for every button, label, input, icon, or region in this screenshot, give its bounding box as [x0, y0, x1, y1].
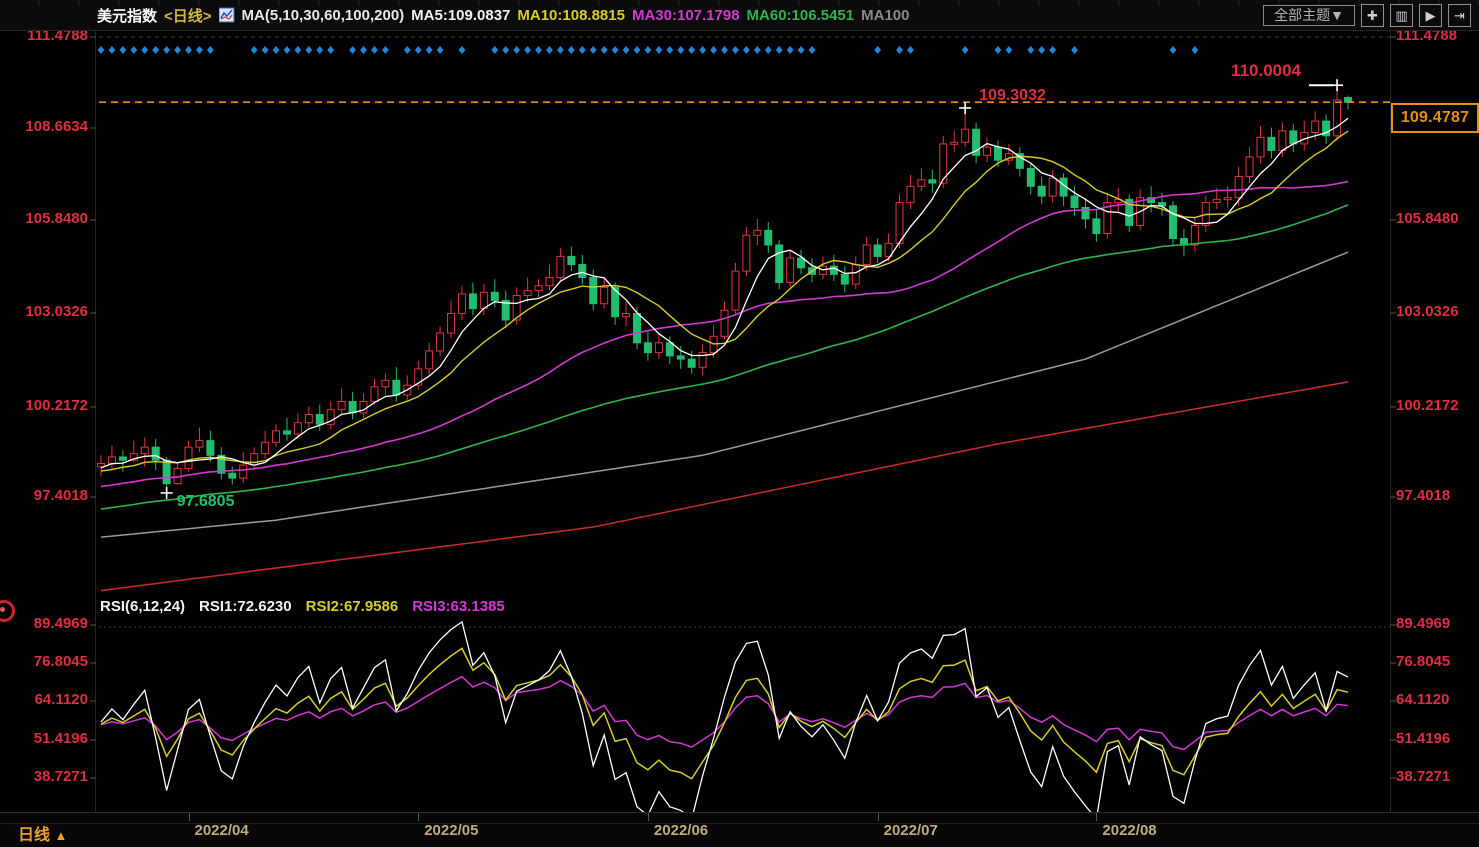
month-label: 2022/04	[194, 822, 249, 839]
y-axis-label: 105.8480	[25, 210, 88, 227]
period-tag: <日线>	[164, 7, 212, 25]
month-label: 2022/06	[653, 822, 709, 839]
previous-high-annotation: 109.3032	[979, 86, 1046, 104]
y-axis-label: 89.4969	[33, 615, 88, 632]
month-tick	[1096, 813, 1098, 821]
theme-selector-button[interactable]: 全部主题▼	[1263, 5, 1355, 26]
y-axis-label: 51.4196	[33, 730, 88, 747]
chart-title-group: 美元指数 <日线> MA(5,10,30,60,100,200) MA5:109…	[97, 5, 909, 26]
y-axis-label: 51.4196	[1396, 730, 1451, 747]
rsi2-value: RSI2:67.9586	[305, 598, 399, 615]
month-label: 2022/05	[424, 822, 479, 839]
top-toolbar: 美元指数 <日线> MA(5,10,30,60,100,200) MA5:109…	[0, 0, 1479, 31]
crosshair-icon[interactable]: ✚	[1361, 4, 1384, 27]
price-chart-canvas[interactable]	[0, 0, 1479, 846]
symbol-name: 美元指数	[97, 7, 158, 25]
month-tick	[418, 813, 420, 821]
y-axis-label: 64.1120	[1396, 691, 1450, 708]
month-tick	[188, 813, 190, 821]
ma10-value: MA10:108.8815	[517, 6, 625, 24]
trendline-icon[interactable]: ▶	[1419, 4, 1442, 27]
chart-type-icon[interactable]	[218, 7, 235, 23]
rsi3-value: RSI3:63.1385	[412, 598, 505, 615]
month-label: 2022/07	[883, 822, 938, 839]
latest-price-value: 109.4787	[1400, 109, 1470, 126]
toolbar-controls: 全部主题▼ ✚ ▥ ▶ ⇥	[1263, 4, 1471, 27]
indicator-panel-icon[interactable]: ▥	[1390, 4, 1413, 27]
exit-icon[interactable]: ⇥	[1448, 4, 1471, 27]
rsi-header: RSI(6,12,24) RSI1:72.6230 RSI2:67.9586 R…	[100, 598, 505, 615]
highest-price-annotation: 110.0004	[1231, 61, 1302, 81]
lowest-price-annotation: 97.6805	[176, 492, 235, 510]
y-axis-label: 89.4969	[1396, 615, 1451, 632]
month-label: 2022/08	[1102, 822, 1157, 839]
ma30-value: MA30:107.1798	[631, 6, 740, 24]
y-axis-label: 105.8480	[1396, 210, 1459, 227]
timeframe-selector[interactable]: 日线 ▲	[18, 821, 67, 845]
y-axis-label: 100.2172	[1396, 397, 1459, 414]
time-axis-bar: 日线 ▲ 2022/04 2022/05 2022/06 2022/07 2022/08	[0, 812, 1479, 847]
month-tick	[647, 813, 649, 821]
y-axis-label: 97.4018	[1396, 487, 1451, 504]
y-axis-label: 100.2172	[25, 397, 88, 414]
y-axis-label: 97.4018	[33, 487, 88, 504]
y-axis-label: 103.0326	[1396, 303, 1459, 320]
rsi1-value: RSI1:72.6230	[199, 598, 292, 615]
ma100-value: MA100	[861, 6, 910, 24]
month-tick	[877, 813, 879, 821]
y-axis-label: 38.7271	[1396, 768, 1451, 785]
y-axis-label: 108.6634	[25, 118, 88, 135]
latest-price-tag: 109.4787	[1391, 103, 1479, 133]
y-axis-label: 76.8045	[33, 653, 88, 670]
y-axis-label: 38.7271	[33, 768, 88, 785]
rsi-settings-label: RSI(6,12,24)	[100, 598, 186, 615]
ma5-value: MA5:109.0837	[411, 6, 511, 24]
ma-settings-label: MA(5,10,30,60,100,200)	[241, 6, 405, 24]
ma60-value: MA60:106.5451	[746, 6, 855, 24]
triangle-up-icon: ▲	[54, 828, 68, 843]
y-axis-label: 64.1120	[34, 691, 88, 708]
y-axis-label: 103.0326	[25, 303, 88, 320]
y-axis-label: 76.8045	[1396, 653, 1451, 670]
